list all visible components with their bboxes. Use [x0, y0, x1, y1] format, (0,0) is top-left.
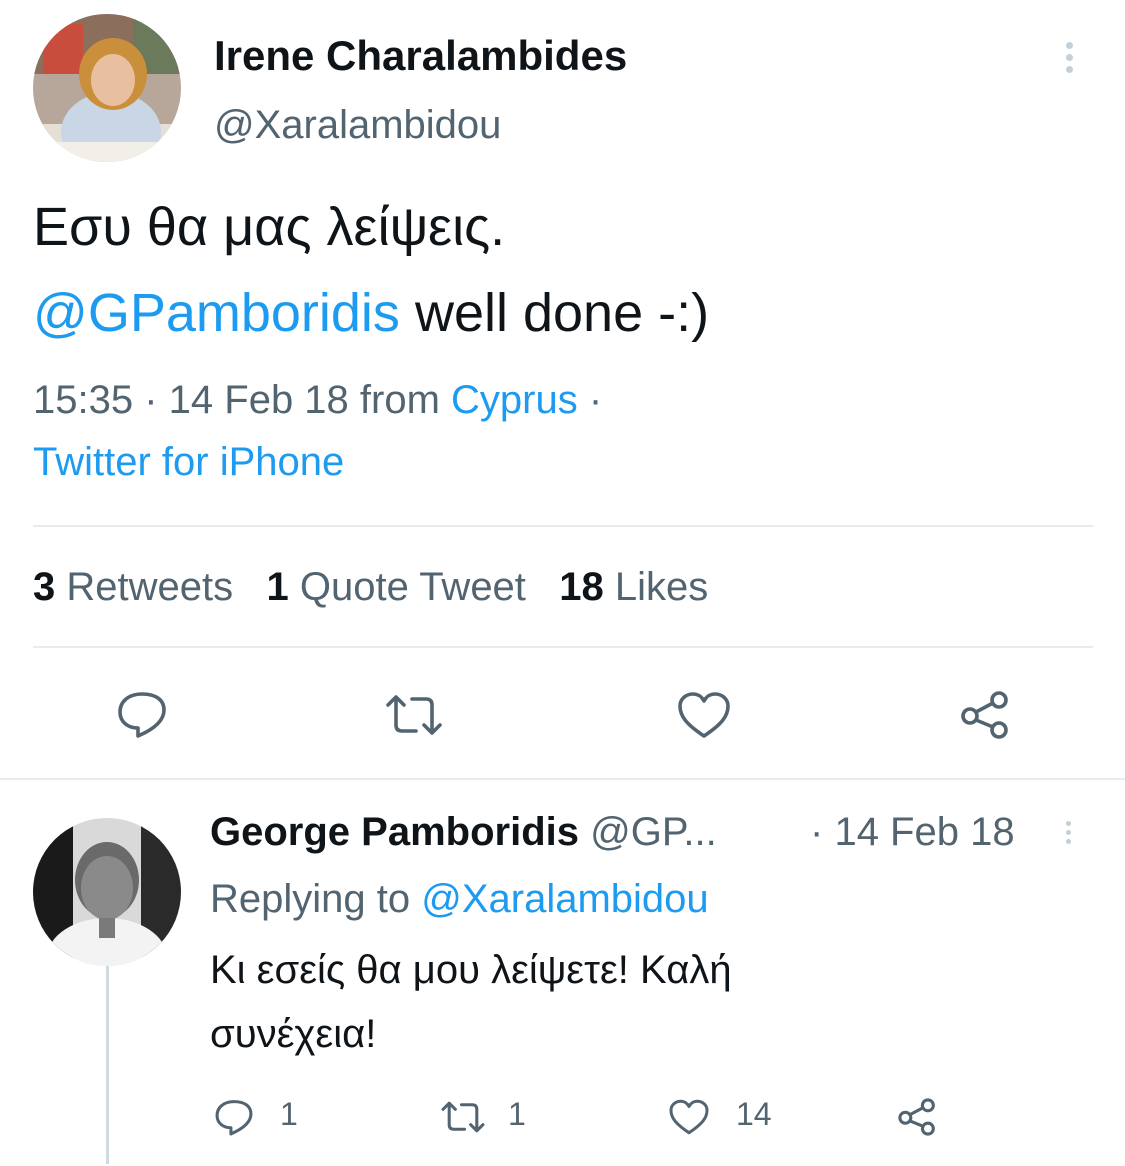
meta-separator: ·	[133, 378, 169, 422]
quotes-label[interactable]: Quote Tweet	[300, 565, 526, 609]
tweet-stats: 3 Retweets 1 Quote Tweet 18 Likes	[33, 565, 708, 610]
tweet-text-line2: @GPamboridis well done -:)	[33, 282, 709, 344]
avatar-photo	[33, 818, 181, 966]
likes-count[interactable]: 18	[559, 565, 604, 609]
author-handle[interactable]: @Xaralambidou	[214, 103, 501, 148]
reply-date-group: · 14 Feb 18	[810, 810, 1015, 855]
reply-icon[interactable]	[116, 690, 168, 738]
reply-author-avatar[interactable]	[33, 818, 181, 966]
divider	[0, 778, 1125, 780]
author-name[interactable]: Irene Charalambides	[214, 32, 627, 80]
reply-more-options-icon[interactable]	[1066, 821, 1071, 848]
tweet-text-rest: well done -:)	[399, 283, 710, 343]
retweets-label[interactable]: Retweets	[66, 565, 233, 609]
reply-text-line1: Κι εσείς θα μου λείψετε! Καλή	[210, 948, 732, 992]
replying-handle-link[interactable]: @Xaralambidou	[421, 877, 708, 921]
share-icon[interactable]	[896, 1097, 938, 1137]
thread-line	[106, 966, 109, 1164]
author-avatar[interactable]	[33, 14, 181, 162]
reply-header: George Pamboridis @GP...	[210, 810, 717, 855]
retweet-icon[interactable]	[440, 1100, 486, 1134]
quotes-count[interactable]: 1	[266, 565, 288, 609]
meta-separator: ·	[577, 378, 603, 422]
share-icon[interactable]	[958, 690, 1012, 740]
client-link[interactable]: Twitter for iPhone	[33, 440, 344, 485]
mention-link[interactable]: @GPamboridis	[33, 283, 400, 343]
retweets-count[interactable]: 3	[33, 565, 55, 609]
reply-text-line2: συνέχεια!	[210, 1012, 377, 1056]
divider	[33, 525, 1093, 527]
replying-label: Replying to	[210, 877, 411, 921]
reply-count: 1	[280, 1096, 298, 1132]
from-label: from	[348, 378, 452, 422]
retweet-icon[interactable]	[384, 693, 444, 737]
like-count: 14	[736, 1096, 772, 1132]
reply-author-handle[interactable]: @GP...	[590, 810, 717, 854]
tweet-time: 15:35	[33, 378, 134, 422]
divider	[33, 646, 1093, 648]
avatar-photo	[33, 14, 181, 162]
date-separator: ·	[810, 810, 824, 854]
heart-icon[interactable]	[676, 690, 732, 740]
likes-label[interactable]: Likes	[615, 565, 708, 609]
tweet-text-line1: Εσυ θα μας λείψεις.	[33, 197, 506, 257]
reply-author-name[interactable]: George Pamboridis	[210, 810, 579, 854]
tweet-date: 14 Feb 18	[168, 378, 349, 422]
retweet-count: 1	[508, 1096, 526, 1132]
heart-icon[interactable]	[668, 1098, 710, 1136]
reply-date[interactable]: 14 Feb 18	[834, 810, 1014, 854]
replying-to: Replying to @Xaralambidou	[210, 877, 709, 922]
reply-icon[interactable]	[214, 1098, 254, 1136]
more-options-icon[interactable]	[1066, 42, 1073, 78]
tweet-meta: 15:35 · 14 Feb 18 from Cyprus ·	[33, 378, 602, 423]
location-link[interactable]: Cyprus	[451, 378, 578, 422]
